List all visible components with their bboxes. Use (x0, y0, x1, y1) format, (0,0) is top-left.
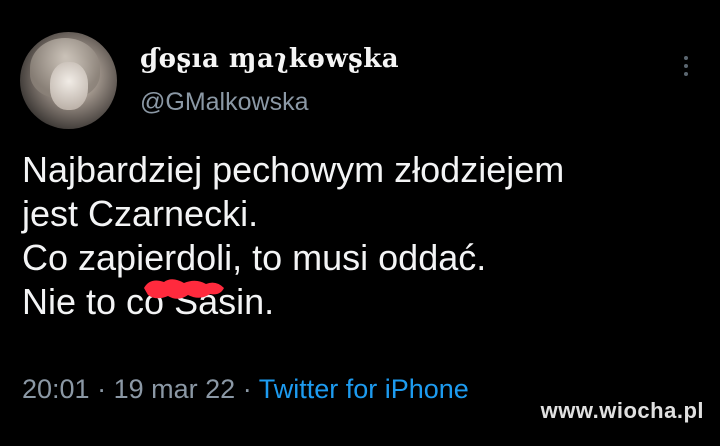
tweet: ɠɵʂıa ɱaʅkɵwʂka @GMalkowska Najbardziej … (0, 0, 720, 446)
tweet-line: Co zapierdoli, to musi oddać. (22, 236, 712, 280)
meta-separator: · (97, 374, 107, 404)
avatar[interactable] (20, 32, 117, 129)
tweet-line-text: Co zapierdoli, to musi oddać. (22, 237, 487, 278)
avatar-face (50, 62, 88, 110)
tweet-line: Najbardziej pechowym złodziejem (22, 149, 565, 190)
tweet-line: jest Czarnecki. (22, 193, 259, 234)
meta-separator: · (242, 374, 252, 404)
tweet-meta: 20:01 · 19 mar 22 · Twitter for iPhone (22, 374, 469, 405)
tweet-line: Nie to co Sasin. (22, 281, 275, 322)
more-vertical-icon[interactable] (674, 54, 698, 78)
watermark: www.wiocha.pl (540, 398, 704, 423)
tweet-text: Najbardziej pechowym złodziejem jest Cza… (22, 148, 712, 324)
tweet-time[interactable]: 20:01 (22, 374, 90, 404)
censor-mark (140, 274, 228, 304)
author-handle[interactable]: @GMalkowska (140, 88, 308, 117)
author-display-name[interactable]: ɠɵʂıa ɱaʅkɵwʂka (140, 44, 399, 74)
tweet-date[interactable]: 19 mar 22 (114, 374, 236, 404)
tweet-source-link[interactable]: Twitter for iPhone (259, 374, 469, 404)
